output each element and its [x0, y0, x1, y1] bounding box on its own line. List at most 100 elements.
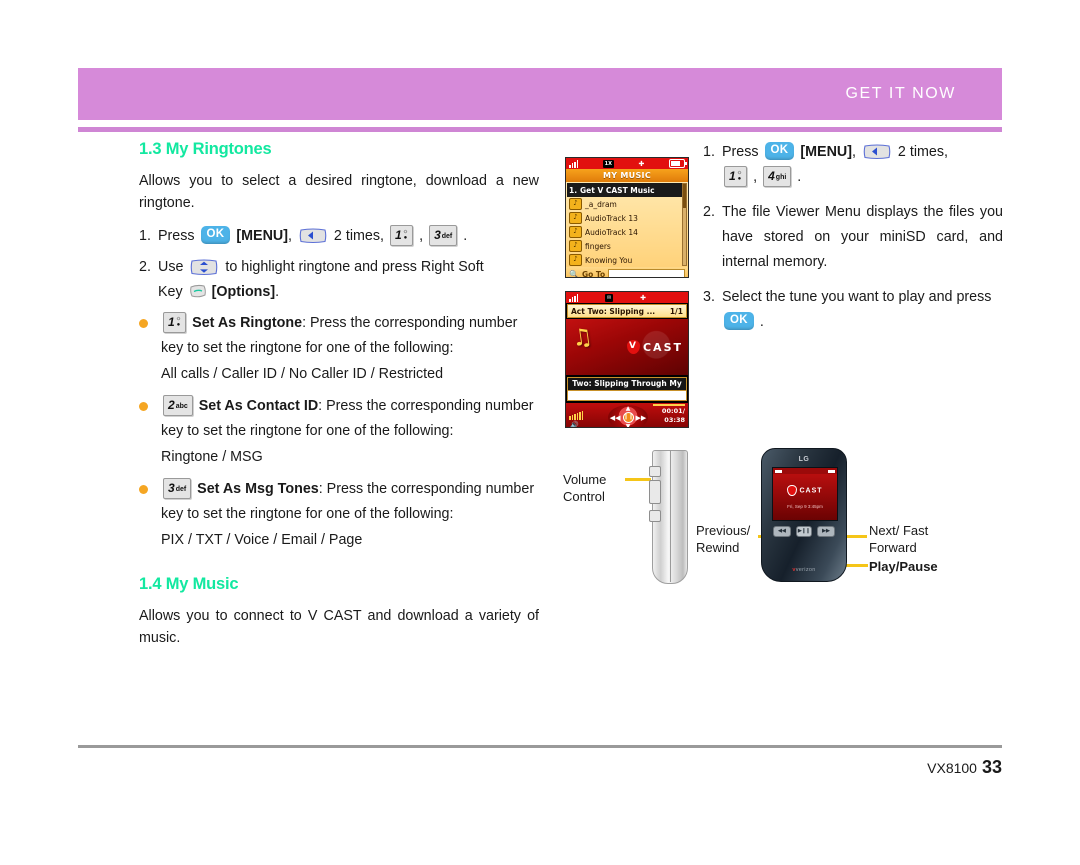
search-icon: 🔍 [569, 270, 579, 278]
my-ringtones-intro: Allows you to select a desired ringtone,… [139, 173, 539, 211]
display-clock: Fri, Sep 9 3:45pm [787, 504, 823, 509]
key-3-def-icon[interactable]: 3def [429, 224, 458, 246]
vcast-logo: CAST [773, 485, 837, 496]
list-item[interactable]: 1. Get V CAST Music [567, 183, 687, 197]
vcast-logo: V CAST [626, 340, 683, 354]
key-4-ghi-icon[interactable]: 4ghi [763, 165, 792, 187]
fast-forward-icon[interactable]: ▶▶ [636, 414, 647, 422]
lcd-scrollbar[interactable] [682, 183, 687, 266]
lcd-goto-row: 🔍 Go To [566, 267, 688, 278]
key-1-icon[interactable]: 1☼ ● [163, 311, 187, 333]
list-item-label: AudioTrack 14 [585, 227, 638, 237]
volume-level-icon [569, 408, 583, 420]
header-divider-rule [78, 127, 1002, 132]
lcd-status-bar: ✉ ✚ [566, 292, 688, 303]
volume-down-button[interactable] [649, 510, 661, 522]
volume-control-button[interactable] [649, 480, 661, 504]
screenshot-vcast-player: ✉ ✚ Act Two: Slipping ... 1/1 ♫ V CAST Tw… [565, 291, 689, 428]
nav-left-key-icon[interactable] [298, 227, 328, 244]
vcast-v-mark-icon: V [626, 340, 640, 354]
music-note-icon: ♪ [569, 254, 582, 266]
location-icon: ✚ [640, 293, 647, 302]
lcd-title-my-music: MY MUSIC [566, 169, 688, 182]
nav-up-down-key-icon[interactable] [189, 258, 219, 275]
message-icon: ✉ [604, 293, 614, 302]
footer-model: VX8100 [927, 760, 977, 776]
ok-key-icon[interactable]: OK [724, 311, 754, 331]
nav-left-key-icon[interactable] [862, 143, 892, 160]
list-item[interactable]: ♪ fingers [567, 239, 687, 253]
goto-label: Go To [581, 270, 606, 278]
section-title-my-ringtones: 1.3 My Ringtones [139, 140, 272, 158]
step-number: 2. [139, 259, 151, 275]
player-dpad[interactable]: ▲ ◀◀ ❙❙ ▶▶ ▼ [608, 405, 648, 427]
right-soft-key-icon[interactable] [189, 283, 206, 299]
player-album-art: ♫ V CAST [566, 319, 688, 375]
player-track-counter: 1/1 [669, 306, 683, 316]
music-note-icon: ♪ [569, 212, 582, 224]
dpad-up-icon[interactable]: ▲ [626, 405, 631, 412]
list-item[interactable]: ♪ _a_dram [567, 197, 687, 211]
step-text: The file Viewer Menu displays the files … [722, 204, 1003, 270]
volume-up-button[interactable] [649, 466, 661, 477]
menu-label: [MENU] [236, 228, 288, 244]
previous-rewind-key[interactable]: ◀◀ [773, 526, 791, 537]
time-total: 03:38 [664, 416, 685, 424]
callout-next-fast-forward: Next/ Fast Forward [869, 523, 929, 555]
phone-callout-diagram: Volume Control Previous/ Rewind Next/ Fa… [563, 440, 1003, 600]
music-note-icon: ♪ [569, 226, 582, 238]
list-item-label: Knowing You [585, 255, 633, 265]
display-status-bar [773, 468, 837, 474]
callout-volume-control: Volume Control [563, 472, 607, 504]
bullet-title: Set As Ringtone [192, 315, 303, 331]
list-item-label: AudioTrack 13 [585, 213, 638, 223]
bullet-dot-icon [139, 477, 161, 553]
page-header-band: GET IT NOW [78, 68, 1002, 120]
next-forward-key[interactable]: ▶▶ [817, 526, 835, 537]
bullet-options-text: All calls / Caller ID / No Caller ID / R… [161, 366, 444, 382]
bullet-set-as-msg-tones: 3def Set As Msg Tones: Press the corresp… [139, 477, 539, 553]
list-item[interactable]: ♪ AudioTrack 14 [567, 225, 687, 239]
ok-key-icon[interactable]: OK [764, 141, 795, 161]
music-notes-icon: ♫ [570, 323, 595, 353]
step-text: Select the tune you want to play and pre… [722, 289, 992, 331]
key-1-icon[interactable]: 1☼ ● [724, 165, 748, 187]
left-column: 1.3 My Ringtones Allows you to select a … [139, 140, 539, 659]
progress-bar[interactable] [653, 404, 685, 406]
music-note-icon: ♪ [569, 240, 582, 252]
network-1x-icon: 1X [602, 159, 614, 168]
dpad-down-icon[interactable]: ▼ [626, 423, 631, 427]
ok-key-icon[interactable]: OK [200, 225, 231, 245]
phone-external-display: CAST Fri, Sep 9 3:45pm [772, 467, 838, 521]
goto-input[interactable] [608, 268, 685, 277]
rewind-icon[interactable]: ◀◀ [610, 414, 621, 422]
list-item[interactable]: ♪ Knowing You [567, 253, 687, 267]
key-3-def-icon[interactable]: 3def [163, 477, 192, 499]
player-track-title: Act Two: Slipping ... [571, 306, 656, 316]
phone-music-keys: ◀◀ ▶❙❙ ▶▶ [773, 526, 835, 537]
bullet-options-text: PIX / TXT / Voice / Email / Page [161, 532, 363, 548]
ringtones-step-1: 1. Press OK [MENU], 2 times, 1☼ ● , 3def … [139, 224, 539, 249]
list-item[interactable]: ♪ AudioTrack 13 [567, 211, 687, 225]
phone-side-view [640, 450, 688, 584]
music-step-2: 2. The file Viewer Menu displays the fil… [703, 200, 1003, 275]
list-item-label: fingers [585, 241, 611, 251]
signal-bars-icon [569, 160, 578, 168]
play-pause-key[interactable]: ▶❙❙ [796, 526, 812, 537]
key-2-abc-icon[interactable]: 2abc [163, 394, 193, 416]
signal-bars-icon [569, 294, 578, 302]
screenshot-my-music-list: 1X ✚ MY MUSIC 1. Get V CAST Music ♪ _a_d… [565, 157, 689, 278]
section-title-my-music: 1.4 My Music [139, 575, 239, 593]
footer: VX8100 33 [927, 757, 1002, 778]
player-controls: 🔊 ▲ ◀◀ ❙❙ ▶▶ ▼ 00:01/ 03:38 [566, 403, 688, 427]
step-number: 1. [139, 228, 151, 244]
music-note-icon: ♪ [569, 198, 582, 210]
footer-divider-rule [78, 745, 1002, 748]
key-1-icon[interactable]: 1☼ ● [389, 224, 414, 246]
location-icon: ✚ [638, 159, 645, 168]
bullet-options-text: Ringtone / MSG [161, 449, 263, 465]
player-blank-field [567, 391, 687, 401]
callout-play-pause: Play/Pause [869, 559, 938, 574]
battery-icon [669, 159, 687, 168]
play-pause-icon[interactable]: ❙❙ [622, 412, 634, 423]
